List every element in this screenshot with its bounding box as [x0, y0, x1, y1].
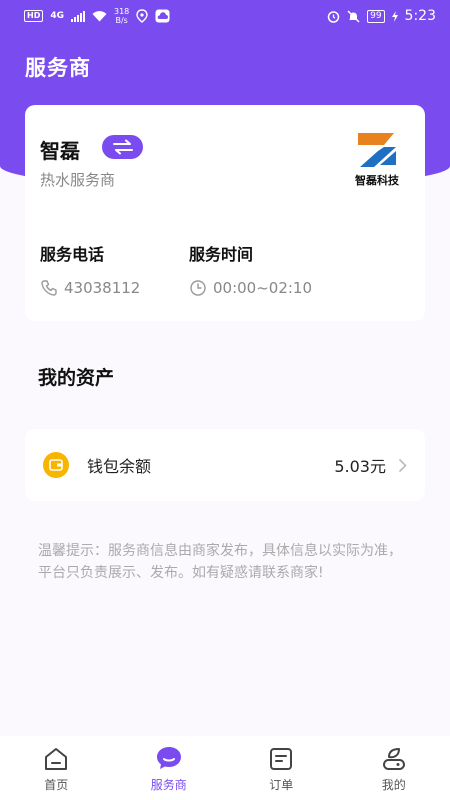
home-icon [45, 748, 68, 770]
location-icon [136, 9, 148, 23]
order-icon [270, 748, 293, 770]
speed-value: 318 [114, 7, 130, 16]
provider-card: 智磊 热水服务商 智磊科技 服务电话 43038112 服务时间 00:00~0… [25, 105, 425, 321]
tab-orders[interactable]: 订单 [225, 736, 338, 800]
provider-logo: 智磊科技 [341, 131, 413, 191]
assets-title: 我的资产 [38, 367, 115, 389]
clock-icon [190, 280, 206, 296]
service-phone-number: 43038112 [64, 279, 141, 297]
wallet-amount: 5.03元 [334, 457, 386, 476]
service-phone-section: 服务电话 43038112 [40, 241, 140, 297]
tab-orders-label: 订单 [269, 778, 294, 792]
wallet-icon [43, 452, 69, 478]
network-speed: 318 B/s [114, 7, 129, 25]
service-hours-section: 服务时间 00:00~02:10 [189, 241, 312, 297]
wallet-balance-row[interactable]: 钱包余额 5.03元 [25, 429, 425, 501]
status-bar: HD 4G 318 B/s 99 5:23 [0, 0, 450, 32]
provider-type: 热水服务商 [40, 171, 116, 189]
service-phone[interactable]: 43038112 [40, 279, 140, 297]
tab-profile[interactable]: 我的 [338, 736, 450, 800]
tab-service-provider-label: 服务商 [150, 778, 187, 792]
mute-icon [347, 9, 360, 23]
service-phone-label: 服务电话 [40, 245, 105, 264]
bottom-tab-bar: 首页 服务商 订单 我的 [0, 736, 450, 800]
signal-icon [71, 10, 85, 22]
provider-name: 智磊 [40, 139, 80, 163]
logo-mark-icon [358, 133, 396, 167]
switch-arrows-icon [112, 139, 133, 155]
battery-icon: 99 [367, 9, 385, 23]
status-right: 99 5:23 [327, 8, 436, 24]
switch-provider-button[interactable] [102, 135, 143, 159]
page-title: 服务商 [25, 56, 91, 80]
tab-home[interactable]: 首页 [0, 736, 113, 800]
chat-bubble-icon [156, 747, 181, 769]
logo-text: 智磊科技 [355, 174, 399, 187]
network-type: 4G [50, 10, 64, 21]
hd-badge: HD [24, 10, 44, 22]
charging-icon [391, 10, 398, 22]
chevron-right-icon [398, 458, 407, 473]
wallet-label: 钱包余额 [87, 457, 152, 476]
wifi-icon [92, 10, 107, 21]
status-left: HD 4G 318 B/s [24, 7, 170, 25]
alarm-icon [327, 10, 340, 23]
profile-icon [382, 748, 405, 770]
speed-unit: B/s [115, 16, 128, 25]
cloud-icon [155, 9, 170, 23]
notice-text: 温馨提示：服务商信息由商家发布，具体信息以实际为准，平台只负责展示、发布。如有疑… [38, 543, 402, 581]
phone-icon [41, 280, 57, 296]
tab-home-label: 首页 [44, 778, 69, 792]
tab-service-provider[interactable]: 服务商 [113, 736, 226, 800]
clock: 5:23 [404, 8, 436, 24]
service-hours-value: 00:00~02:10 [213, 279, 313, 297]
service-hours: 00:00~02:10 [189, 279, 312, 297]
service-hours-label: 服务时间 [189, 245, 254, 264]
tab-profile-label: 我的 [381, 778, 406, 792]
